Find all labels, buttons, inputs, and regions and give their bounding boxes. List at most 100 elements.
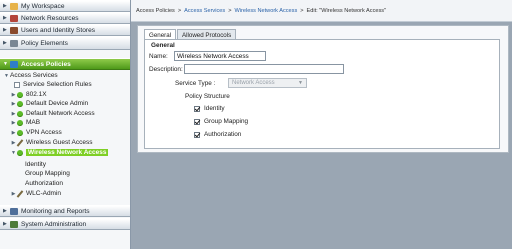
collapse-arrow-icon: ▶ <box>3 40 7 46</box>
tree-label: 802.1X <box>26 91 47 98</box>
tree-service-wlc-admin[interactable]: ▶ WLC-Admin <box>10 189 61 198</box>
breadcrumb-link-access-services[interactable]: Access Services <box>184 8 225 14</box>
nav-access-policies[interactable]: ▼ Access Policies <box>0 58 130 70</box>
tree-child-authorization[interactable]: Authorization <box>25 179 63 188</box>
nav-my-workspace[interactable]: ▶ My Workspace <box>0 0 130 12</box>
nav-network-resources[interactable]: ▶ Network Resources <box>0 12 130 24</box>
breadcrumb-root: Access Policies <box>136 7 175 14</box>
edit-service-content: General Allowed Protocols General Name: … <box>137 25 509 153</box>
group-mapping-check-row: Group Mapping <box>194 118 248 125</box>
status-green-icon <box>17 129 23 136</box>
collapse-arrow-icon: ▶ <box>3 15 7 21</box>
status-green-icon <box>17 100 23 107</box>
collapse-arrow-icon: ▶ <box>11 91 16 98</box>
nav-label: Policy Elements <box>21 39 68 47</box>
tree-label: MAB <box>26 119 41 126</box>
description-input[interactable] <box>184 64 344 74</box>
tree-service-default-network-access[interactable]: ▶ Default Network Access <box>10 109 95 118</box>
nav-label: Users and Identity Stores <box>21 26 96 34</box>
nav-users-identity-stores[interactable]: ▶ Users and Identity Stores <box>0 24 130 36</box>
authorization-check-row: Authorization <box>194 131 241 138</box>
tree-label: Access Services <box>10 72 58 79</box>
identity-checkbox[interactable] <box>194 105 200 112</box>
status-green-icon <box>17 110 23 117</box>
tree-service-default-device-admin[interactable]: ▶ Default Device Admin <box>10 99 89 108</box>
expand-arrow-icon: ▼ <box>3 61 8 67</box>
service-type-value: Network Access <box>232 80 275 86</box>
identity-label: Identity <box>204 105 225 112</box>
chevron-down-icon: ▼ <box>298 80 303 86</box>
tree-service-802-1x[interactable]: ▶ 802.1X <box>10 90 47 99</box>
workspace-icon <box>10 2 18 10</box>
name-label: Name: <box>149 52 168 60</box>
tree-service-mab[interactable]: ▶ MAB <box>10 118 41 127</box>
monitoring-icon <box>10 207 18 215</box>
status-green-icon <box>17 119 23 126</box>
nav-label: System Administration <box>21 220 87 228</box>
breadcrumb-link-wireless-network-access[interactable]: Wireless Network Access <box>234 8 297 14</box>
tree-label: Service Selection Rules <box>23 81 92 88</box>
tree-service-wireless-network-access[interactable]: ▼ Wireless Network Access <box>10 148 109 157</box>
collapse-arrow-icon: ▶ <box>11 100 16 107</box>
service-type-select[interactable]: Network Access ▼ <box>228 78 307 88</box>
users-icon <box>10 26 18 34</box>
nav-monitoring-and-reports[interactable]: ▶ Monitoring and Reports <box>0 205 130 217</box>
tree-label: Group Mapping <box>25 170 70 177</box>
collapse-arrow-icon: ▶ <box>3 221 7 227</box>
collapse-arrow-icon: ▶ <box>11 129 16 136</box>
nav-system-administration[interactable]: ▶ System Administration <box>0 218 130 230</box>
expand-arrow-icon: ▼ <box>4 72 9 79</box>
collapse-arrow-icon: ▶ <box>11 119 16 126</box>
edit-pencil-icon <box>17 140 23 146</box>
tree-child-group-mapping[interactable]: Group Mapping <box>25 169 70 178</box>
tab-bar: General Allowed Protocols <box>144 29 237 40</box>
section-title: General <box>151 42 175 49</box>
collapse-arrow-icon: ▶ <box>11 110 16 117</box>
tree-label: Identity <box>25 161 46 168</box>
breadcrumb-separator: > <box>300 7 304 14</box>
tree-label: WLC-Admin <box>26 190 62 197</box>
access-policies-icon <box>10 60 18 68</box>
tree-label: Default Device Admin <box>26 100 89 107</box>
collapse-arrow-icon: ▶ <box>3 208 7 214</box>
tree-service-vpn-access[interactable]: ▶ VPN Access <box>10 128 62 137</box>
breadcrumb: Access Policies > Access Services > Wire… <box>131 0 512 22</box>
expand-arrow-icon: ▼ <box>11 149 16 156</box>
group-mapping-checkbox[interactable] <box>194 118 200 125</box>
policy-structure-label: Policy Structure <box>185 93 230 100</box>
breadcrumb-separator: > <box>177 7 182 14</box>
status-green-icon <box>17 149 23 156</box>
nav-label: Network Resources <box>21 14 79 22</box>
name-input[interactable] <box>174 51 266 61</box>
name-row: Name: <box>149 51 266 61</box>
nav-label: Access Policies <box>21 60 71 68</box>
service-type-label: Service Type : <box>175 79 216 87</box>
tree-label: Default Network Access <box>26 110 95 117</box>
breadcrumb-current: Edit: "Wireless Network Access" <box>306 7 387 14</box>
tree-child-identity[interactable]: Identity <box>25 160 46 169</box>
policy-structure-row: Policy Structure <box>185 93 230 100</box>
tree-service-selection-rules[interactable]: Service Selection Rules <box>14 80 92 89</box>
authorization-checkbox[interactable] <box>194 131 200 138</box>
nav-label: Monitoring and Reports <box>21 207 90 215</box>
policy-elements-icon <box>10 39 18 47</box>
collapse-arrow-icon: ▶ <box>3 27 7 33</box>
tree-label: Authorization <box>25 180 63 187</box>
collapse-arrow-icon: ▶ <box>3 3 7 9</box>
breadcrumb-separator: > <box>228 7 232 14</box>
nav-policy-elements[interactable]: ▶ Policy Elements <box>0 36 130 50</box>
nav-label: My Workspace <box>21 2 65 10</box>
service-type-row: Service Type : Network Access ▼ <box>175 78 307 88</box>
tree-label: VPN Access <box>26 129 62 136</box>
authorization-label: Authorization <box>204 131 242 138</box>
description-label: Description: <box>149 65 183 73</box>
description-row: Description: <box>149 64 344 74</box>
status-green-icon <box>17 91 23 98</box>
identity-check-row: Identity <box>194 105 225 112</box>
general-panel: General Name: Description: Service Type … <box>144 39 500 149</box>
tree-access-services[interactable]: ▼ Access Services <box>3 71 58 80</box>
tree-service-wireless-guest-access[interactable]: ▶ Wireless Guest Access <box>10 138 93 147</box>
rules-icon <box>14 81 20 88</box>
system-admin-icon <box>10 220 18 228</box>
edit-pencil-icon <box>17 191 23 197</box>
